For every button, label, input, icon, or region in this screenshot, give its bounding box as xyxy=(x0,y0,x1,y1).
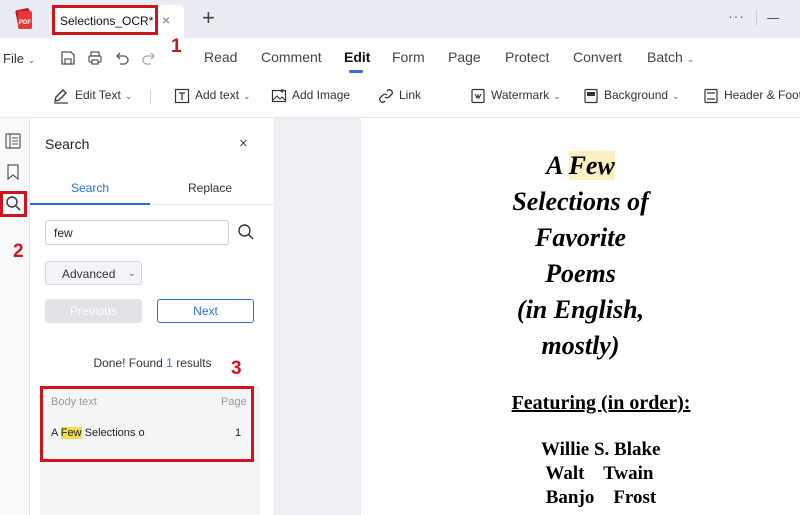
thumbnails-icon[interactable] xyxy=(2,130,24,152)
search-panel-title: Search xyxy=(45,136,90,152)
save-icon[interactable] xyxy=(60,50,76,66)
tab-close-icon[interactable]: × xyxy=(162,12,170,28)
link-tool[interactable]: Link xyxy=(378,88,421,104)
svg-text:PDF: PDF xyxy=(19,20,31,26)
bookmark-icon[interactable] xyxy=(2,161,24,183)
annotation-box-search-icon xyxy=(0,191,27,217)
print-icon[interactable] xyxy=(87,50,103,66)
tab-search[interactable]: Search xyxy=(71,181,109,195)
search-icon[interactable] xyxy=(236,222,256,242)
chevron-down-icon: ⌄ xyxy=(128,268,136,278)
redo-icon[interactable] xyxy=(141,50,157,66)
next-button[interactable]: Next xyxy=(157,299,254,323)
menu-bar: File ⌄ Read Comment Edit Form Page Prote… xyxy=(0,38,800,76)
image-icon xyxy=(271,89,287,103)
search-input[interactable] xyxy=(45,220,229,245)
add-text-icon xyxy=(174,88,190,104)
edit-toolbar: Edit Text ⌄ Add text ⌄ Add Image Link Wate… xyxy=(0,76,800,118)
watermark-icon xyxy=(471,88,485,104)
previous-button[interactable]: Previous xyxy=(45,299,142,323)
advanced-dropdown[interactable]: Advanced ⌄ xyxy=(45,261,142,285)
menu-comment[interactable]: Comment xyxy=(261,49,322,65)
undo-icon[interactable] xyxy=(114,50,130,66)
result-count: 1 xyxy=(166,356,173,370)
add-text-tool[interactable]: Add text ⌄ xyxy=(174,88,251,104)
advanced-label: Advanced xyxy=(62,267,116,281)
app-logo-icon: PDF xyxy=(15,8,33,29)
file-menu[interactable]: File ⌄ xyxy=(3,51,35,66)
add-image-tool[interactable]: Add Image xyxy=(271,88,350,104)
featuring-heading: Featuring (in order): xyxy=(511,392,691,414)
menu-page[interactable]: Page xyxy=(448,49,481,65)
link-icon xyxy=(379,89,393,103)
menu-read[interactable]: Read xyxy=(204,49,237,65)
menu-form[interactable]: Form xyxy=(392,49,425,65)
authors-list: Willie S. Blake Walt Twain Banjo Frost xyxy=(541,439,661,508)
menu-protect[interactable]: Protect xyxy=(505,49,549,65)
annotation-number-1: 1 xyxy=(171,36,182,57)
active-tab-indicator xyxy=(30,203,150,205)
watermark-tool[interactable]: Watermark ⌄ xyxy=(470,88,561,104)
edit-text-tool[interactable]: Edit Text ⌄ xyxy=(52,88,132,104)
left-sidebar-rail xyxy=(0,118,30,515)
background-icon xyxy=(584,88,598,104)
document-viewport: A Few Selections of Favorite Poems (in E… xyxy=(275,118,800,515)
window-separator xyxy=(756,10,757,26)
annotation-box-tab xyxy=(52,5,158,35)
menu-convert[interactable]: Convert xyxy=(573,49,622,65)
background-tool[interactable]: Background ⌄ xyxy=(583,88,680,104)
more-options-icon[interactable]: ··· xyxy=(728,8,745,24)
document-title: A Few Selections of Favorite Poems (in E… xyxy=(512,151,649,360)
tab-replace[interactable]: Replace xyxy=(188,181,232,195)
minimize-icon[interactable] xyxy=(767,18,779,19)
title-match-highlight: Few xyxy=(568,151,615,180)
active-menu-indicator xyxy=(349,70,363,73)
toolbar-separator xyxy=(150,90,151,104)
annotation-box-results xyxy=(40,386,254,462)
pdf-page: A Few Selections of Favorite Poems (in E… xyxy=(361,118,800,515)
new-tab-button[interactable]: + xyxy=(202,5,215,31)
annotation-number-2: 2 xyxy=(13,241,24,262)
menu-batch[interactable]: Batch ⌄ xyxy=(647,49,694,65)
pen-icon xyxy=(54,89,68,104)
annotation-number-3: 3 xyxy=(231,358,242,379)
header-footer-tool[interactable]: Header & Footer xyxy=(703,88,800,104)
header-footer-icon xyxy=(704,88,718,104)
close-icon[interactable]: × xyxy=(239,135,248,152)
menu-edit[interactable]: Edit xyxy=(344,49,370,65)
